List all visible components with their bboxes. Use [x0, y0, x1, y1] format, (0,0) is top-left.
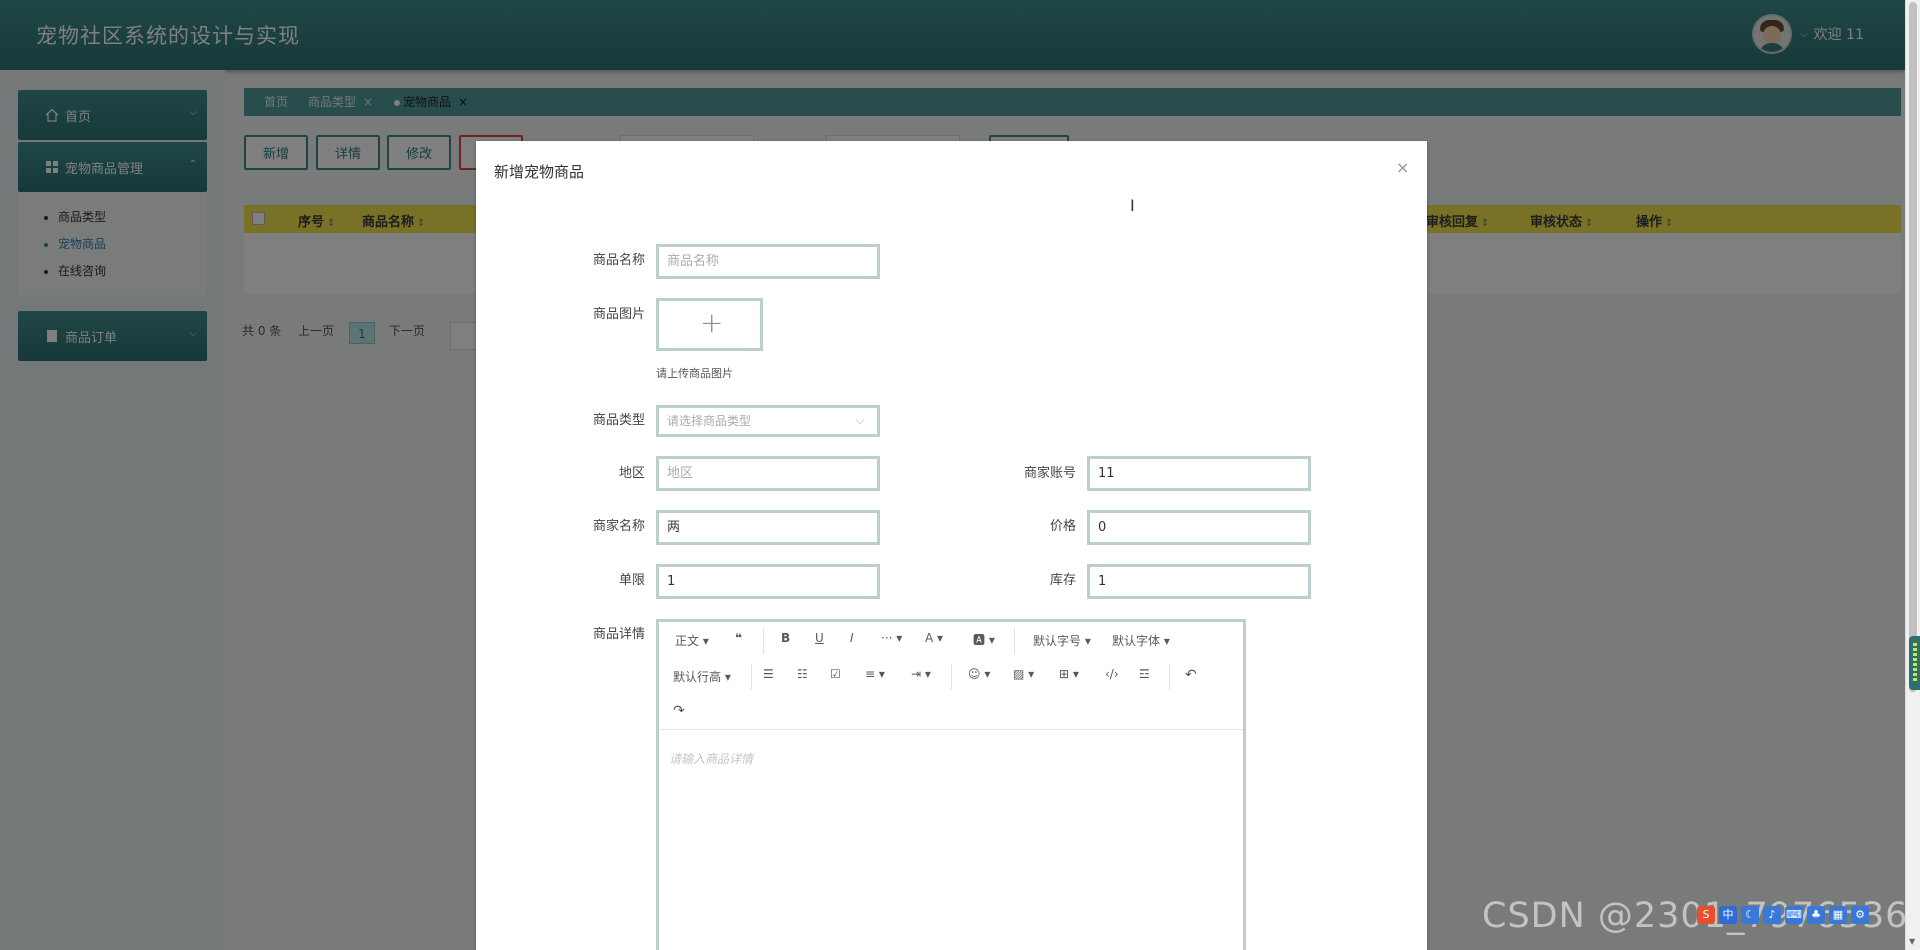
paragraph-select[interactable]: 正文 ▾ [675, 632, 709, 649]
line-height-select[interactable]: 默认行高 ▾ [673, 668, 731, 685]
shirt-icon[interactable]: ♣ [1807, 906, 1825, 924]
field-label: 商品类型 [592, 413, 645, 428]
redo-icon[interactable]: ↷ [673, 703, 685, 719]
close-icon[interactable]: × [1396, 158, 1409, 177]
scrollbar-thumb[interactable] [1909, 2, 1917, 692]
keyboard-icon[interactable]: ⌨ [1785, 906, 1803, 924]
add-pet-goods-dialog: 新增宠物商品 × 商品名称 商品名称 I 商品图片 + 请上传商品图片 商品类型… [476, 141, 1427, 950]
bold-icon[interactable]: B [781, 631, 790, 645]
toolbox-icon[interactable]: ▦ [1829, 906, 1847, 924]
table-icon[interactable]: ⊞ ▾ [1059, 667, 1079, 681]
side-widget[interactable] [1909, 636, 1920, 690]
field-label: 地区 [618, 466, 645, 481]
plus-icon: + [700, 306, 724, 339]
undo-icon[interactable]: ↶ [1185, 667, 1197, 683]
ime-icon[interactable]: S [1697, 906, 1715, 924]
underline-icon[interactable]: U [815, 631, 824, 645]
field-label: 商品详情 [592, 627, 645, 642]
merchant-account-input[interactable]: 11 [1087, 456, 1311, 491]
goods-name-input[interactable]: 商品名称 [656, 244, 880, 279]
text-cursor-icon: I [1130, 196, 1135, 215]
dialog-title: 新增宠物商品 [494, 163, 585, 181]
font-family-select[interactable]: 默认字体 ▾ [1112, 632, 1170, 649]
divider-icon[interactable]: ☲ [1139, 667, 1150, 681]
align-icon[interactable]: ≡ ▾ [865, 667, 885, 681]
moon-icon[interactable]: ☾ [1741, 906, 1759, 924]
system-tray: S 中 ☾ ♪ ⌨ ♣ ▦ ⚙ [1697, 906, 1869, 928]
font-color-icon[interactable]: A ▾ [925, 631, 943, 645]
field-label: 商品图片 [592, 307, 645, 322]
quote-icon[interactable]: ❝ [735, 631, 742, 645]
more-icon[interactable]: ··· ▾ [881, 631, 902, 645]
goods-type-select[interactable]: 请选择商品类型 [656, 405, 880, 437]
field-label: 商家账号 [1023, 466, 1076, 481]
field-label: 商家名称 [592, 519, 645, 534]
scroll-down-icon[interactable]: ▼ [1909, 937, 1915, 946]
chevron-down-icon: ⌵ [856, 414, 865, 427]
region-input[interactable]: 地区 [656, 456, 880, 491]
settings-icon[interactable]: ⚙ [1851, 906, 1869, 924]
indent-icon[interactable]: ⇥ ▾ [911, 667, 931, 681]
microphone-icon[interactable]: ♪ [1763, 906, 1781, 924]
todo-icon[interactable]: ☑ [830, 667, 841, 681]
image-icon[interactable]: ▨ ▾ [1013, 667, 1034, 681]
price-input[interactable]: 0 [1087, 510, 1311, 545]
background-color-icon[interactable]: 🅰 ▾ [973, 631, 995, 648]
italic-icon[interactable]: I [850, 631, 854, 645]
code-icon[interactable]: ‹/› [1105, 667, 1119, 681]
field-label: 库存 [1049, 573, 1076, 588]
editor-placeholder: 请输入商品详情 [669, 752, 754, 766]
field-label: 价格 [1049, 519, 1076, 534]
numbered-list-icon[interactable]: ☷ [797, 667, 808, 681]
language-icon[interactable]: 中 [1719, 906, 1737, 924]
field-label: 商品名称 [592, 253, 645, 268]
field-label: 单限 [618, 573, 645, 588]
limit-input[interactable]: 1 [656, 564, 880, 599]
rich-text-editor[interactable]: 正文 ▾ ❝ B U I ··· ▾ A ▾ 🅰 ▾ 默认字号 ▾ 默认字体 ▾… [656, 619, 1246, 950]
editor-toolbar: 正文 ▾ ❝ B U I ··· ▾ A ▾ 🅰 ▾ 默认字号 ▾ 默认字体 ▾… [659, 622, 1243, 730]
bullet-list-icon[interactable]: ☰ [763, 667, 774, 681]
emoji-icon[interactable]: ☺ ▾ [968, 667, 990, 681]
upload-tip: 请上传商品图片 [656, 367, 733, 380]
font-size-select[interactable]: 默认字号 ▾ [1033, 632, 1091, 649]
merchant-name-input[interactable]: 两 [656, 510, 880, 545]
stock-input[interactable]: 1 [1087, 564, 1311, 599]
image-upload[interactable]: + [656, 298, 763, 351]
page-scrollbar[interactable]: ▼ [1905, 0, 1920, 950]
